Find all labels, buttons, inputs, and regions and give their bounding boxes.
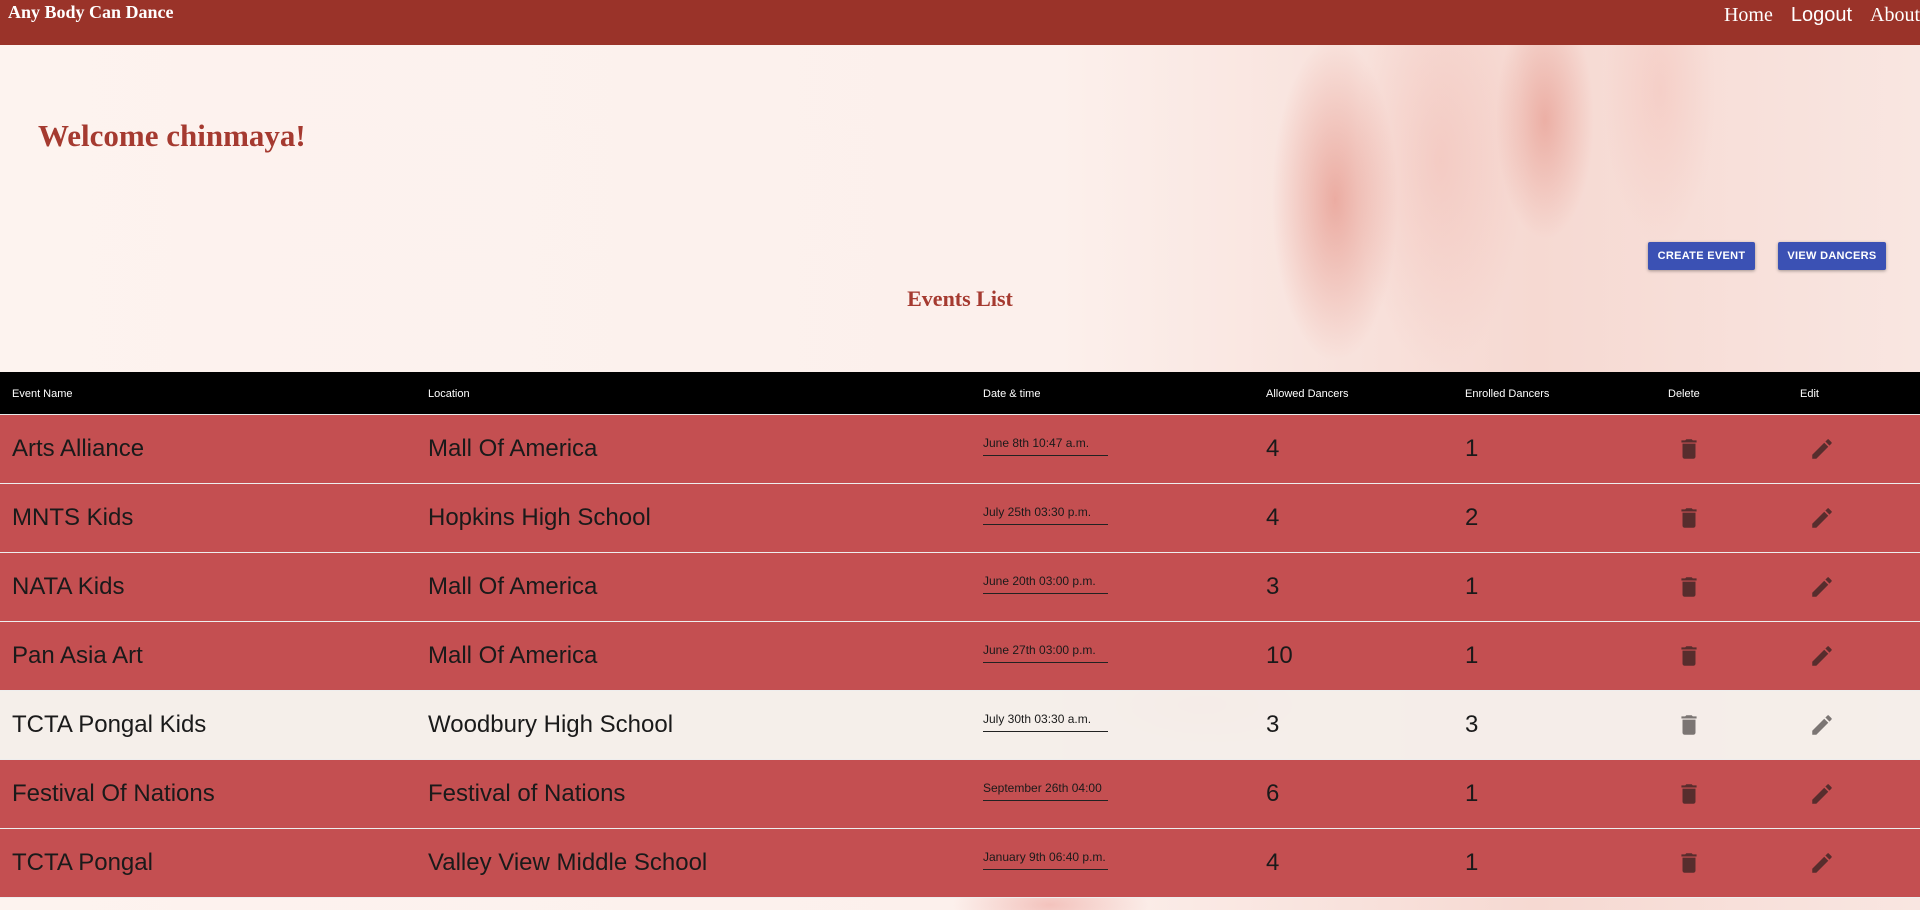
pencil-icon[interactable]	[1809, 712, 1835, 738]
event-name-cell: Festival Of Nations	[12, 780, 215, 807]
table-row: MNTS Kids Hopkins High School July 25th …	[0, 484, 1920, 553]
view-dancers-button[interactable]: VIEW DANCERS	[1778, 242, 1886, 270]
navbar: Any Body Can Dance Home Logout About	[0, 0, 1920, 45]
trash-icon[interactable]	[1676, 574, 1702, 600]
enrolled-dancers-cell: 1	[1465, 849, 1479, 876]
enrolled-dancers-cell: 3	[1465, 711, 1479, 738]
table-row: Arts Alliance Mall Of America June 8th 1…	[0, 415, 1920, 484]
date-time-field[interactable]: July 30th 03:30 a.m.	[983, 713, 1108, 732]
welcome-heading: Welcome chinmaya!	[38, 118, 306, 153]
pencil-icon[interactable]	[1809, 505, 1835, 531]
nav-home-link[interactable]: Home	[1724, 4, 1773, 27]
date-time-field[interactable]: June 27th 03:00 p.m.	[983, 644, 1108, 663]
allowed-dancers-cell: 4	[1266, 435, 1280, 462]
pencil-icon[interactable]	[1809, 436, 1835, 462]
allowed-dancers-cell: 4	[1266, 504, 1280, 531]
header-date-time: Date & time	[983, 388, 1041, 400]
pencil-icon[interactable]	[1809, 574, 1835, 600]
date-time-field[interactable]: July 25th 03:30 p.m.	[983, 506, 1108, 525]
header-event-name: Event Name	[12, 388, 73, 400]
trash-icon[interactable]	[1676, 712, 1702, 738]
trash-icon[interactable]	[1676, 850, 1702, 876]
location-cell: Hopkins High School	[428, 504, 651, 531]
table-row: NATA Kids Mall Of America June 20th 03:0…	[0, 553, 1920, 622]
date-time-field[interactable]: June 20th 03:00 p.m.	[983, 575, 1108, 594]
create-event-button[interactable]: CREATE EVENT	[1648, 242, 1755, 270]
pencil-icon[interactable]	[1809, 781, 1835, 807]
nav-links: Home Logout About	[1706, 4, 1920, 27]
allowed-dancers-cell: 3	[1266, 573, 1280, 600]
event-name-cell: Pan Asia Art	[12, 642, 143, 669]
header-delete: Delete	[1668, 388, 1700, 400]
trash-icon[interactable]	[1676, 643, 1702, 669]
nav-logout-link[interactable]: Logout	[1791, 4, 1852, 27]
enrolled-dancers-cell: 2	[1465, 504, 1479, 531]
date-time-field[interactable]: June 8th 10:47 a.m.	[983, 437, 1108, 456]
date-time-field[interactable]: September 26th 04:00	[983, 782, 1108, 801]
table-row: TCTA Pongal Kids Woodbury High School Ju…	[0, 691, 1920, 760]
header-location: Location	[428, 388, 470, 400]
table-row: Festival Of Nations Festival of Nations …	[0, 760, 1920, 829]
events-table: Event Name Location Date & time Allowed …	[0, 372, 1920, 898]
event-name-cell: MNTS Kids	[12, 504, 134, 531]
location-cell: Mall Of America	[428, 642, 598, 669]
pencil-icon[interactable]	[1809, 850, 1835, 876]
enrolled-dancers-cell: 1	[1465, 642, 1479, 669]
enrolled-dancers-cell: 1	[1465, 435, 1479, 462]
brand-title[interactable]: Any Body Can Dance	[8, 2, 174, 23]
allowed-dancers-cell: 4	[1266, 849, 1280, 876]
nav-about-link[interactable]: About	[1870, 4, 1920, 27]
trash-icon[interactable]	[1676, 781, 1702, 807]
table-row: Pan Asia Art Mall Of America June 27th 0…	[0, 622, 1920, 691]
enrolled-dancers-cell: 1	[1465, 780, 1479, 807]
location-cell: Mall Of America	[428, 573, 598, 600]
location-cell: Woodbury High School	[428, 711, 674, 738]
allowed-dancers-cell: 6	[1266, 780, 1280, 807]
allowed-dancers-cell: 3	[1266, 711, 1280, 738]
allowed-dancers-cell: 10	[1266, 642, 1293, 669]
table-row: TCTA Pongal Valley View Middle School Ja…	[0, 829, 1920, 898]
events-list-title: Events List	[907, 286, 1013, 311]
trash-icon[interactable]	[1676, 436, 1702, 462]
enrolled-dancers-cell: 1	[1465, 573, 1479, 600]
trash-icon[interactable]	[1676, 505, 1702, 531]
event-name-cell: TCTA Pongal	[12, 849, 153, 876]
location-cell: Festival of Nations	[428, 780, 626, 807]
header-allowed-dancers: Allowed Dancers	[1266, 388, 1349, 400]
event-name-cell: NATA Kids	[12, 573, 125, 600]
event-name-cell: TCTA Pongal Kids	[12, 711, 207, 738]
header-edit: Edit	[1800, 388, 1819, 400]
date-time-field[interactable]: January 9th 06:40 p.m.	[983, 851, 1108, 870]
table-header: Event Name Location Date & time Allowed …	[0, 372, 1920, 415]
header-enrolled-dancers: Enrolled Dancers	[1465, 388, 1550, 400]
location-cell: Mall Of America	[428, 435, 598, 462]
table-body: Arts Alliance Mall Of America June 8th 1…	[0, 415, 1920, 898]
event-name-cell: Arts Alliance	[12, 435, 145, 462]
pencil-icon[interactable]	[1809, 643, 1835, 669]
location-cell: Valley View Middle School	[428, 849, 708, 876]
